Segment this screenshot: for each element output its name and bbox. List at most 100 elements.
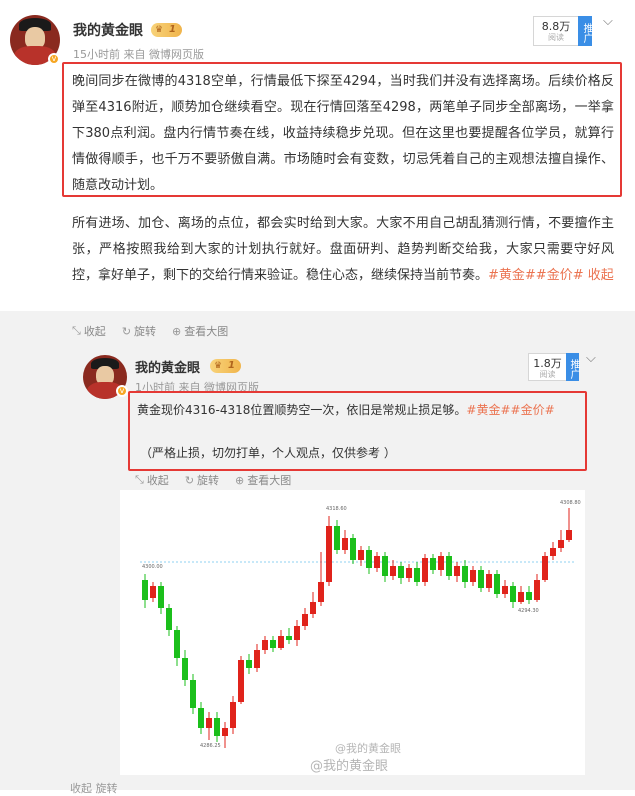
candle-body [318, 582, 324, 602]
post-time-source: 15小时前 来自 微博网页版 [73, 48, 204, 61]
candlestick-chart: 4318.60 4300.00 4286.25 4294.30 4308.80 [140, 500, 581, 749]
verified-icon: v [48, 53, 62, 67]
repost-author-name[interactable]: 我的黄金眼 [135, 357, 200, 376]
candle-body [542, 556, 548, 580]
candle-body [278, 636, 284, 648]
read-count: 8.8万 [541, 20, 571, 33]
weibo-post: v 我的黄金眼 ♛ 1 15小时前 来自 微博网页版 8.8万 阅读 推广 ⌵ 晚… [0, 0, 635, 795]
candle-body [566, 530, 572, 540]
candle-body [406, 568, 412, 578]
view-large-action[interactable]: ⊕ 查看大图 [172, 323, 228, 339]
candle-body [390, 566, 396, 576]
candle-body [182, 658, 188, 680]
repost-line1: 黄金现价4316-4318位置顺势空一次，依旧是常规止损足够。 [137, 403, 467, 417]
candle-body [478, 570, 484, 588]
price-label: 4308.80 [560, 500, 581, 506]
repost-level-badge: ♛ 1 [210, 359, 241, 373]
hashtag-link[interactable]: #黄金##金价# [488, 268, 584, 283]
candle-body [526, 592, 532, 600]
candle-body [358, 550, 364, 560]
price-label: 4286.25 [200, 743, 221, 749]
candle-body [238, 660, 244, 702]
post-body: 所有进场、加仓、离场的点位，都会实时给到大家。大家不用自己胡乱猜测行情，不要擅作… [72, 211, 614, 289]
image-actions: ⤡ 收起 ↻ 旋转 ⊕ 查看大图 [72, 323, 228, 339]
candle-body [430, 558, 436, 570]
candle-body [342, 538, 348, 550]
watermark-top: @我的黄金眼 [335, 742, 401, 755]
candle-body [270, 640, 276, 648]
candle-body [454, 566, 460, 576]
candle-body [222, 728, 228, 736]
candle-body [374, 556, 380, 568]
magnify-icon: ⊕ [172, 324, 182, 338]
candle-body [206, 718, 212, 728]
candle-body [414, 568, 420, 582]
repost-view-large-action[interactable]: ⊕ 查看大图 [235, 472, 291, 488]
magnify-icon: ⊕ [235, 473, 245, 487]
rotate-action[interactable]: ↻ 旋转 [122, 323, 156, 339]
repost-rotate-action[interactable]: ↻ 旋转 [185, 472, 219, 488]
crown-icon: ♛ [155, 25, 164, 35]
candle-body [438, 556, 444, 570]
candle-body [174, 630, 180, 658]
candle-body [158, 586, 164, 608]
candle-body [350, 538, 356, 560]
author-name[interactable]: 我的黄金眼 [73, 20, 143, 40]
repost-chevron-icon[interactable]: ⌵ [586, 351, 596, 366]
candle-body [326, 526, 332, 582]
footer-actions: 收起 旋转 [70, 782, 118, 795]
candle-body [294, 626, 300, 640]
candle-body [262, 640, 268, 650]
candle-body [422, 558, 428, 582]
collapse-icon: ⤡ [72, 324, 81, 337]
candle-body [334, 526, 340, 550]
price-label: 4318.60 [326, 506, 347, 512]
repost-promote-button[interactable]: 推广 [566, 353, 579, 381]
crown-icon: ♛ [214, 361, 223, 371]
repost-read-count-box: 1.8万 阅读 [528, 353, 566, 381]
candle-body [534, 580, 540, 600]
candle-body [286, 636, 292, 640]
repost-image-actions: ⤡ 收起 ↻ 旋转 ⊕ 查看大图 [135, 472, 291, 488]
candle-body [446, 556, 452, 576]
candle-body [550, 548, 556, 556]
repost-disclaimer: （严格止损，切勿打单，个人观点，仅供参考 ） [140, 446, 396, 460]
candle-body [190, 680, 196, 708]
candle-body [462, 566, 468, 582]
read-count-box: 8.8万 阅读 [533, 16, 578, 46]
collapse-icon: ⤡ [135, 473, 144, 486]
repost-text: 黄金现价4316-4318位置顺势空一次，依旧是常规止损足够。#黄金##金价# [137, 397, 582, 423]
watermark-bottom: @我的黄金眼 [310, 759, 389, 774]
repost-read-count: 1.8万 [533, 357, 562, 370]
candle-body [150, 586, 156, 598]
rotate-icon: ↻ [184, 473, 195, 487]
rotate-icon: ↻ [121, 324, 132, 338]
repost-hashtag[interactable]: #黄金##金价# [466, 403, 554, 417]
candle-body [518, 592, 524, 602]
highlight-text: 晚间同步在微博的4318空单，行情最低下探至4294，当时我们并没有选择离场。后… [72, 74, 614, 193]
candle-body [254, 650, 260, 668]
candle-body [470, 570, 476, 582]
collapse-link[interactable]: 收起 [588, 268, 614, 283]
candle-body [230, 702, 236, 728]
repost-read-label: 阅读 [539, 370, 556, 379]
read-count-label: 阅读 [548, 33, 564, 42]
collect-action[interactable]: ⤡ 收起 [72, 323, 106, 339]
candle-body [366, 550, 372, 568]
candle-body [494, 574, 500, 594]
price-label: 4294.30 [518, 608, 539, 614]
candle-body [558, 540, 564, 548]
candle-body [142, 580, 148, 600]
candle-body [302, 614, 308, 626]
candlestick-chart-image[interactable]: 4318.60 4300.00 4286.25 4294.30 4308.80 @我的黄… [120, 490, 585, 775]
promote-button[interactable]: 推广 [578, 16, 592, 46]
candle-body [166, 608, 172, 630]
candle-body [510, 586, 516, 602]
candle-body [198, 708, 204, 728]
chevron-down-icon[interactable]: ⌵ [603, 14, 613, 29]
candle-body [246, 660, 252, 668]
candle-body [214, 718, 220, 736]
candle-body [486, 574, 492, 588]
repost-collect-action[interactable]: ⤡ 收起 [135, 472, 169, 488]
price-label: 4300.00 [142, 564, 163, 570]
